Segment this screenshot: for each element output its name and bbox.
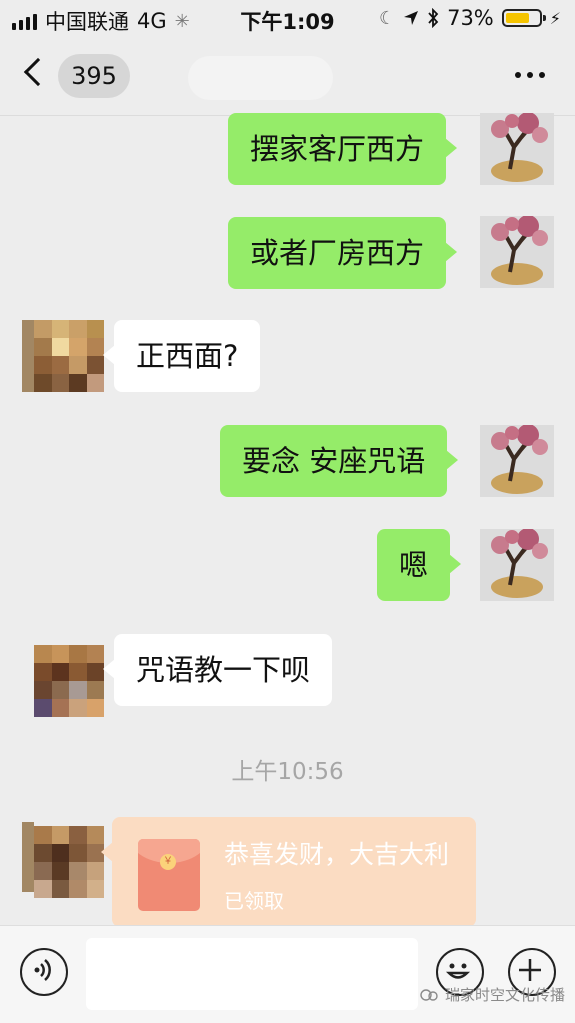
back-arrow-icon[interactable] [23,57,53,87]
chat-header: 395 [0,38,575,116]
chat-timestamp: 上午10:56 [231,759,344,785]
moon-icon: ☾ [378,7,396,29]
message-bubble-incoming[interactable]: 咒语教一下呗 [102,634,333,706]
contact-avatar-pixelated[interactable] [34,645,104,717]
message-input[interactable] [86,938,418,1010]
charging-bolt-icon: ⚡ [549,8,561,28]
battery-icon [501,9,546,27]
unread-count-badge[interactable]: 395 [58,54,130,98]
message-bubble-outgoing[interactable]: 嗯 [377,529,462,601]
chat-title-blurred [188,56,333,100]
red-packet-title: 恭喜发财，大吉大利 [224,840,450,869]
chat-input-bar [0,925,575,1023]
battery-level-fill [505,13,530,23]
red-packet-status: 已领取 [224,889,284,913]
wechat-official-account-icon [420,988,438,1001]
watermark-text: 瑞家时空文化传播 [445,986,566,1004]
contact-avatar-pixelated[interactable] [34,826,104,898]
message-bubble-outgoing[interactable]: 要念 安座咒语 [220,425,459,497]
contact-avatar-pixelated[interactable] [34,320,104,392]
message-bubble-outgoing[interactable]: 或者厂房西方 [228,217,458,289]
more-options-icon[interactable] [515,72,545,78]
voice-input-icon[interactable] [20,948,68,996]
my-avatar-plum-tree[interactable] [480,529,554,601]
message-bubble-incoming[interactable]: 正西面? [102,320,261,392]
location-arrow-icon [404,11,419,25]
red-packet-message[interactable]: ￥ 恭喜发财，大吉大利 已领取 [101,817,476,927]
my-avatar-plum-tree[interactable] [480,216,554,288]
battery-percent: 73% [447,6,494,30]
bluetooth-icon [428,8,439,28]
watermark: 瑞家时空文化传播 [418,984,565,1005]
red-packet-icon: ￥ [138,839,200,911]
my-avatar-plum-tree[interactable] [480,425,554,497]
status-bar: 中国联通 4G ✳ 下午1:09 ☾ 73% ⚡ [0,0,575,38]
message-bubble-outgoing[interactable]: 摆家客厅西方 [228,113,458,185]
my-avatar-plum-tree[interactable] [480,113,554,185]
